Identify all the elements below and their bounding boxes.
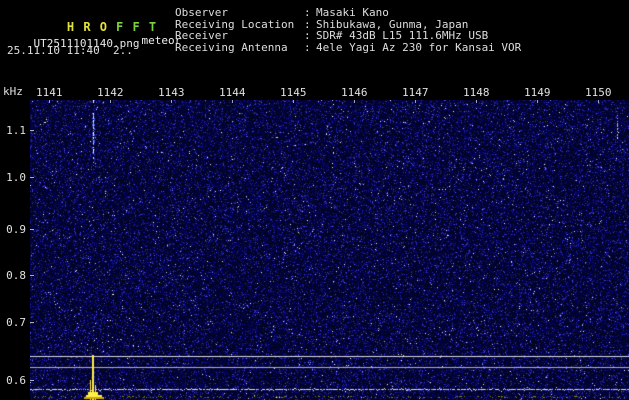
x-axis-tick-mark xyxy=(476,100,477,103)
info-colon: : xyxy=(304,29,311,42)
x-tick-label: 1143 xyxy=(158,86,185,99)
hrofft-output-screen: H R OF F T UT2511101140.png meteor 25.11.… xyxy=(0,0,629,400)
y-tick-label: 0.7 xyxy=(6,316,26,329)
x-axis-tick-mark xyxy=(110,100,111,103)
x-axis-tick-mark xyxy=(415,100,416,103)
x-tick-label: 1144 xyxy=(219,86,246,99)
x-tick-label: 1142 xyxy=(97,86,124,99)
y-tick-label: 0.6 xyxy=(6,374,26,387)
y-tick-label: 0.9 xyxy=(6,223,26,236)
y-axis-tick-mark xyxy=(30,275,34,276)
info-value: 4ele Yagi Az 230 for Kansai VOR xyxy=(316,40,522,54)
spectrogram-canvas xyxy=(30,100,629,400)
y-axis-unit: kHz xyxy=(3,85,23,98)
x-axis-tick-mark xyxy=(537,100,538,103)
x-axis-tick-mark xyxy=(49,100,50,103)
info-label: Observer xyxy=(175,6,228,19)
x-tick-label: 1141 xyxy=(36,86,63,99)
y-axis-tick-mark xyxy=(30,380,34,381)
x-tick-label: 1146 xyxy=(341,86,368,99)
info-row-receiver: Receiver: SDR# 43dB L15 111.6MHz USB xyxy=(175,30,521,42)
y-axis-tick-mark xyxy=(30,177,34,178)
info-label: Receiver xyxy=(175,29,228,42)
y-tick-label: 1.1 xyxy=(6,124,26,137)
x-tick-label: 1149 xyxy=(524,86,551,99)
observation-info: Observer: Masaki Kano Receiving Location:… xyxy=(175,7,521,53)
x-tick-label: 1150 xyxy=(585,86,612,99)
x-axis-tick-mark xyxy=(598,100,599,103)
y-tick-label: 1.0 xyxy=(6,171,26,184)
y-tick-label: 0.8 xyxy=(6,269,26,282)
x-axis-tick-mark xyxy=(293,100,294,103)
info-label: Receiving Antenna xyxy=(175,40,288,54)
info-row-antenna: Receiving Antenna:4ele Yagi Az 230 for K… xyxy=(175,40,522,54)
x-tick-label: 1148 xyxy=(463,86,490,99)
datetime-label: 25.11.10 11:40 2.. xyxy=(7,44,133,57)
x-axis-tick-mark xyxy=(171,100,172,103)
info-colon: : xyxy=(304,6,311,19)
info-row-observer: Observer: Masaki Kano xyxy=(175,7,521,19)
y-axis-tick-mark xyxy=(30,130,34,131)
info-value: Masaki Kano xyxy=(316,6,389,19)
x-tick-label: 1147 xyxy=(402,86,429,99)
x-axis-tick-mark xyxy=(232,100,233,103)
x-tick-label: 1145 xyxy=(280,86,307,99)
info-value: SDR# 43dB L15 111.6MHz USB xyxy=(316,29,489,42)
x-axis-tick-mark xyxy=(354,100,355,103)
y-axis-tick-mark xyxy=(30,322,34,323)
y-axis-tick-mark xyxy=(30,229,34,230)
info-colon: : xyxy=(304,40,311,54)
